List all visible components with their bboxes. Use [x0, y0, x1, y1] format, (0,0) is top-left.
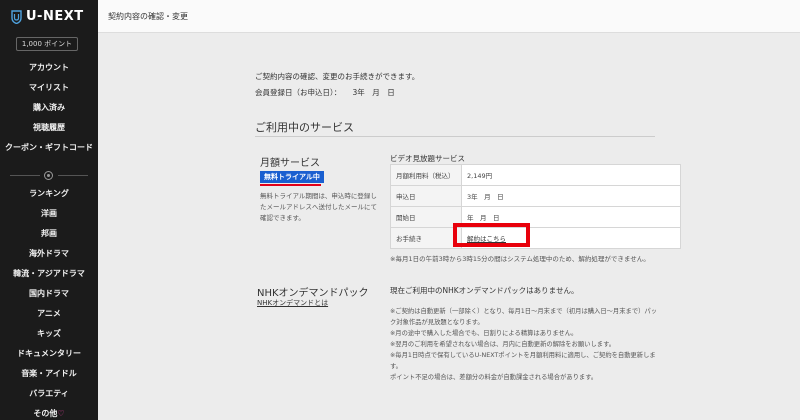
trial-note: 無料トライアル期間は、申込時に登録したメールアドレスへ送付したメールにて確認でき… [260, 192, 377, 222]
row-value-apply-date: 3年 月 日 [461, 185, 681, 207]
sidebar-item-mylist[interactable]: マイリスト [0, 78, 98, 98]
nhk-note-line: ※月の途中で購入した場合でも、日割りによる精算はありません。 [390, 330, 578, 337]
sidebar-item-coupon[interactable]: クーポン・ギフトコード [0, 138, 98, 158]
nhk-note-line: ※毎月1日時点で保有しているU-NEXTポイントを月額利用料に適用し、ご契約を自… [390, 352, 656, 359]
nhk-note-line: ※翌月のご利用を希望されない場合は、月内に自動更新の解除をお願いします。 [390, 341, 616, 348]
nhk-note-line: ク対象作品が見放題となります。 [390, 319, 484, 326]
sidebar-genre-nav: ランキング 洋画 邦画 海外ドラマ 韓流・アジアドラマ 国内ドラマ アニメ キッ… [0, 184, 98, 420]
row-value-fee: 2,149円 [461, 164, 681, 186]
monthly-service-title: 月額サービス [260, 158, 320, 169]
row-key-start-date: 開始日 [390, 206, 462, 228]
sidebar-item-ranking[interactable]: ランキング [0, 184, 98, 204]
section-title-services: ご利用中のサービス [255, 121, 354, 134]
sidebar-divider [10, 171, 88, 180]
nhk-pack-title: NHKオンデマンドパック [257, 288, 369, 299]
heart-icon: ♡ [57, 409, 65, 418]
section-divider [255, 136, 655, 137]
shield-logo-icon [11, 9, 22, 24]
logo-text: U-NEXT [26, 9, 84, 24]
sidebar-item-western-movies[interactable]: 洋画 [0, 204, 98, 224]
sidebar-item-kids[interactable]: キッズ [0, 324, 98, 344]
top-bar: 契約内容の確認・変更 [98, 0, 800, 33]
sidebar-item-japanese-movies[interactable]: 邦画 [0, 224, 98, 244]
sidebar-item-korean-asian-drama[interactable]: 韓流・アジアドラマ [0, 264, 98, 284]
sidebar-item-overseas-drama[interactable]: 海外ドラマ [0, 244, 98, 264]
registration-date: 会員登録日（お申込日）： 3年 月 日 [255, 88, 395, 97]
row-key-apply-date: 申込日 [390, 185, 462, 207]
nhk-about-link[interactable]: NHKオンデマンドとは [257, 298, 328, 308]
nhk-status-text: 現在ご利用中のNHKオンデマンドパックはありません。 [390, 286, 579, 295]
maintenance-note: ※毎月1日の午前3時から3時15分の間はシステム処理中のため、解約処理ができませ… [390, 255, 650, 263]
table-row: お手続き 解約はこちら [390, 227, 681, 249]
table-row: 申込日 3年 月 日 [390, 185, 681, 207]
sidebar-item-music-idol[interactable]: 音楽・アイドル [0, 364, 98, 384]
unext-logo[interactable]: U-NEXT [11, 9, 84, 24]
highlight-box [453, 223, 530, 247]
nhk-note-line: す。 [390, 363, 402, 370]
sidebar-item-domestic-drama[interactable]: 国内ドラマ [0, 284, 98, 304]
page-title: 契約内容の確認・変更 [108, 12, 188, 21]
nhk-note-line: ポイント不足の場合は、差額分の料金が自動課金される場合があります。 [390, 374, 598, 381]
sidebar-item-purchased[interactable]: 購入済み [0, 98, 98, 118]
badge-highlight-underline [260, 184, 321, 186]
sidebar-item-documentary[interactable]: ドキュメンタリー [0, 344, 98, 364]
sidebar-item-variety[interactable]: バラエティ [0, 384, 98, 404]
sidebar-item-others[interactable]: その他♡ [0, 404, 98, 420]
subscription-table: 月額利用料（税込） 2,149円 申込日 3年 月 日 開始日 年 月 日 お手… [390, 164, 681, 249]
row-key-procedure: お手続き [390, 227, 462, 249]
nhk-note-line: ※ご契約は自動更新（一部除く）となり、毎月1日〜月末まで（初月は購入日〜月末まで… [390, 308, 658, 315]
nhk-notes: ※ご契約は自動更新（一部除く）となり、毎月1日〜月末まで（初月は購入日〜月末まで… [390, 306, 700, 383]
table-row: 月額利用料（税込） 2,149円 [390, 164, 681, 186]
table-row: 開始日 年 月 日 [390, 206, 681, 228]
sidebar-item-others-label: その他 [33, 409, 58, 418]
row-key-fee: 月額利用料（税込） [390, 164, 462, 186]
sidebar: U-NEXT 1,000 ポイント アカウント マイリスト 購入済み 視聴履歴 … [0, 0, 98, 420]
main-content: ご契約内容の確認、変更のお手続きができます。 会員登録日（お申込日）： 3年 月… [98, 33, 800, 420]
intro-text: ご契約内容の確認、変更のお手続きができます。 [255, 72, 420, 81]
trial-badge: 無料トライアル中 [260, 171, 324, 183]
sidebar-item-account[interactable]: アカウント [0, 58, 98, 78]
points-badge[interactable]: 1,000 ポイント [16, 37, 78, 51]
sidebar-item-anime[interactable]: アニメ [0, 304, 98, 324]
play-circle-icon [44, 171, 53, 180]
sidebar-account-nav: アカウント マイリスト 購入済み 視聴履歴 クーポン・ギフトコード [0, 58, 98, 158]
sidebar-item-history[interactable]: 視聴履歴 [0, 118, 98, 138]
video-service-title: ビデオ見放題サービス [390, 154, 465, 163]
